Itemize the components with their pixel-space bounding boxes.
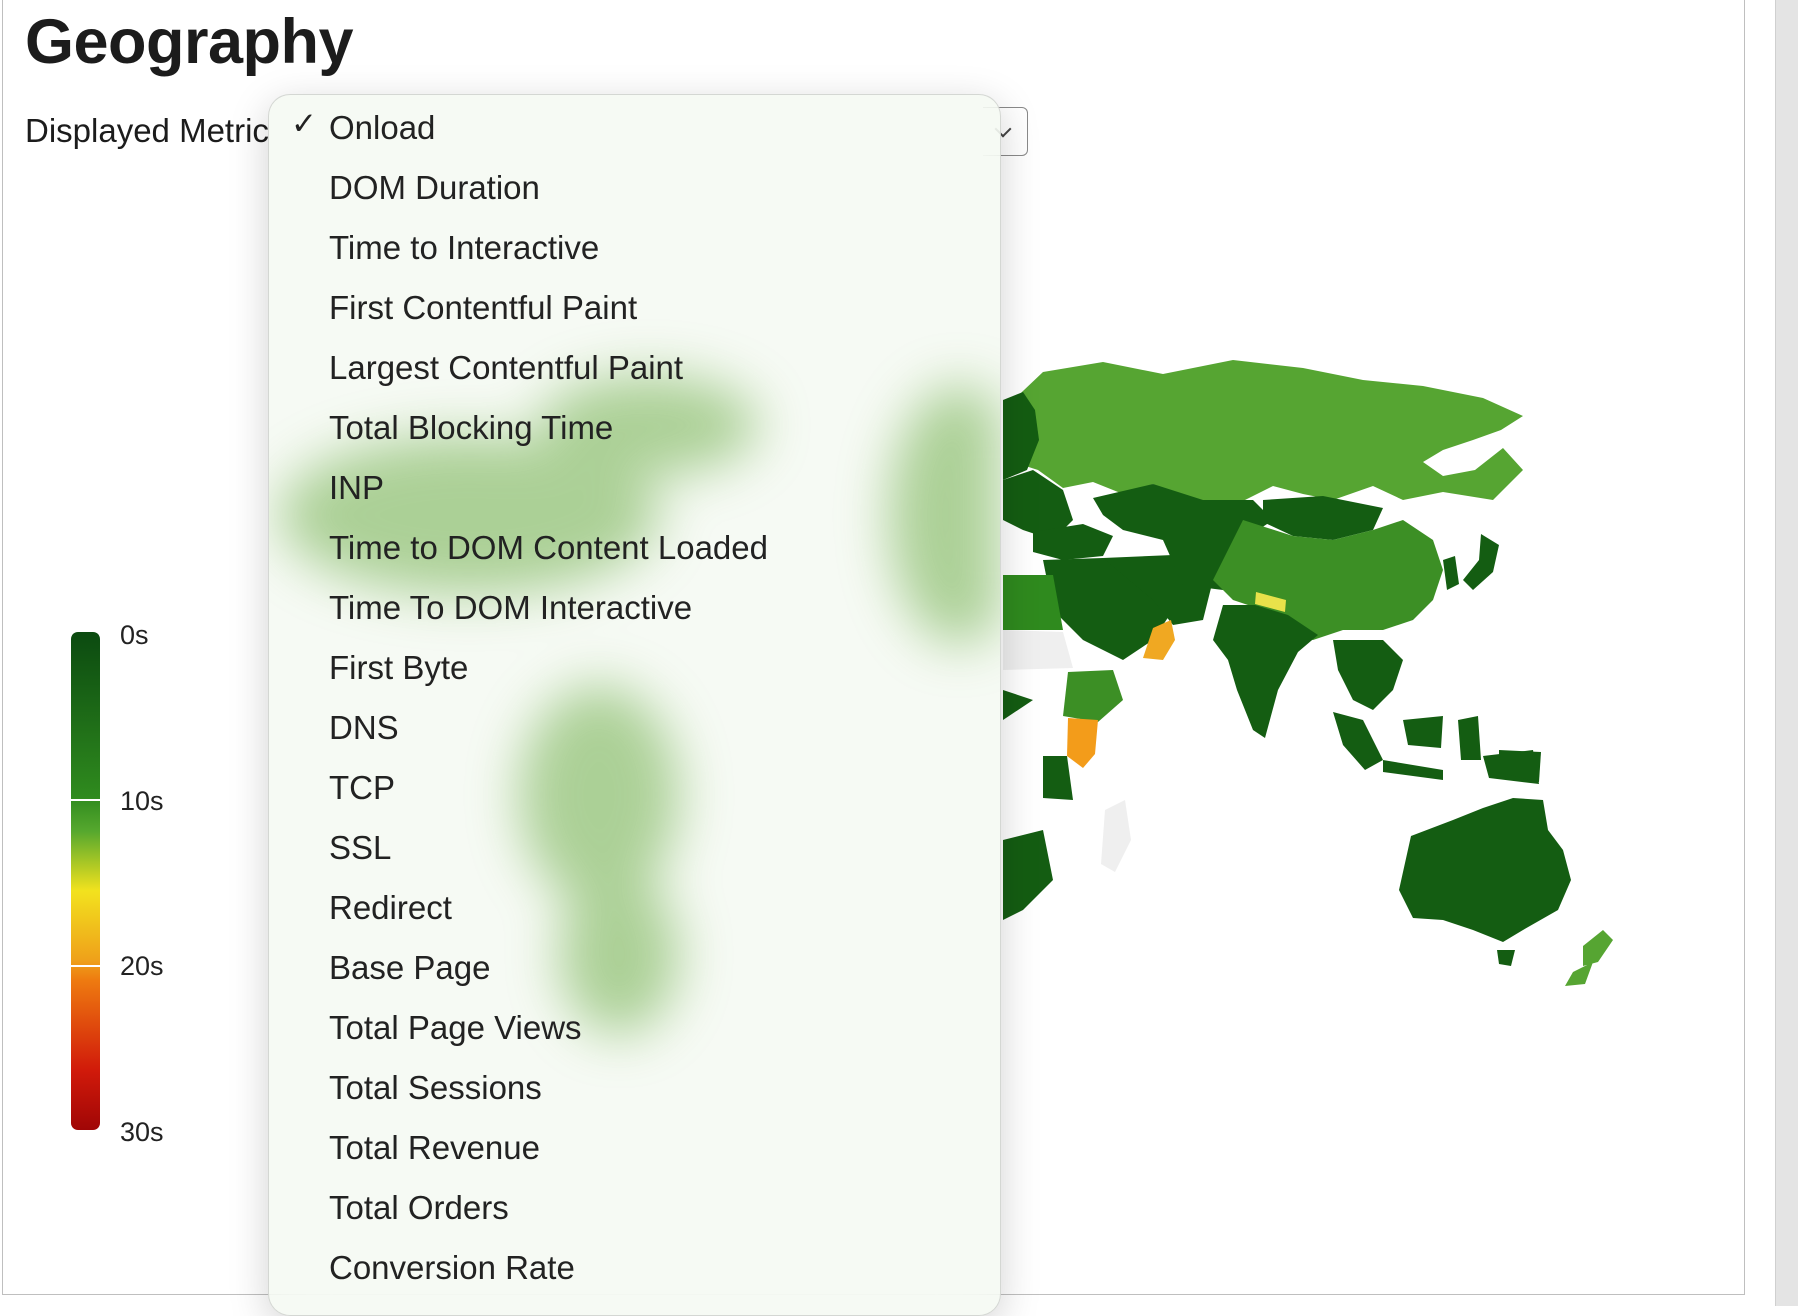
checkmark-icon: ✓ [291, 106, 317, 141]
menu-item-ssl[interactable]: SSL [269, 815, 1000, 875]
menu-item-time-to-interactive[interactable]: Time to Interactive [269, 215, 1000, 275]
region-ethiopia[interactable] [1063, 670, 1123, 722]
region-kenya[interactable] [1067, 718, 1098, 768]
menu-item-dns[interactable]: DNS [269, 695, 1000, 755]
menu-item-time-to-dom-interactive[interactable]: Time To DOM Interactive [269, 575, 1000, 635]
region-australia[interactable] [1399, 798, 1571, 942]
menu-item-first-contentful-paint[interactable]: First Contentful Paint [269, 275, 1000, 335]
menu-item-inp[interactable]: INP [269, 455, 1000, 515]
region-russia[interactable] [1003, 360, 1523, 506]
menu-item-onload[interactable]: ✓ Onload [269, 95, 1000, 155]
menu-item-total-revenue[interactable]: Total Revenue [269, 1115, 1000, 1175]
region-southeast-asia[interactable] [1333, 640, 1403, 710]
region-horn-gray [1003, 630, 1073, 670]
menu-item-time-to-dom-content-loaded[interactable]: Time to DOM Content Loaded [269, 515, 1000, 575]
region-madagascar[interactable] [1101, 800, 1131, 872]
region-east-africa[interactable] [1003, 690, 1073, 920]
menu-item-tcp[interactable]: TCP [269, 755, 1000, 815]
menu-item-largest-contentful-paint[interactable]: Largest Contentful Paint [269, 335, 1000, 395]
region-india[interactable] [1213, 605, 1318, 738]
menu-item-dom-duration[interactable]: DOM Duration [269, 155, 1000, 215]
menu-item-base-page[interactable]: Base Page [269, 935, 1000, 995]
region-egypt[interactable] [1003, 575, 1063, 630]
region-korea[interactable] [1443, 556, 1459, 590]
menu-item-first-byte[interactable]: First Byte [269, 635, 1000, 695]
region-tasmania[interactable] [1497, 950, 1515, 966]
region-japan[interactable] [1463, 534, 1499, 590]
menu-item-total-page-views[interactable]: Total Page Views [269, 995, 1000, 1055]
page-scrollbar[interactable] [1775, 0, 1798, 1306]
metric-dropdown-menu: ✓ Onload DOM Duration Time to Interactiv… [268, 94, 1001, 1316]
menu-item-total-sessions[interactable]: Total Sessions [269, 1055, 1000, 1115]
menu-item-redirect[interactable]: Redirect [269, 875, 1000, 935]
menu-item-conversion-rate[interactable]: Conversion Rate [269, 1235, 1000, 1295]
menu-item-total-blocking-time[interactable]: Total Blocking Time [269, 395, 1000, 455]
region-new-zealand[interactable] [1565, 930, 1613, 986]
menu-item-total-orders[interactable]: Total Orders [269, 1175, 1000, 1235]
